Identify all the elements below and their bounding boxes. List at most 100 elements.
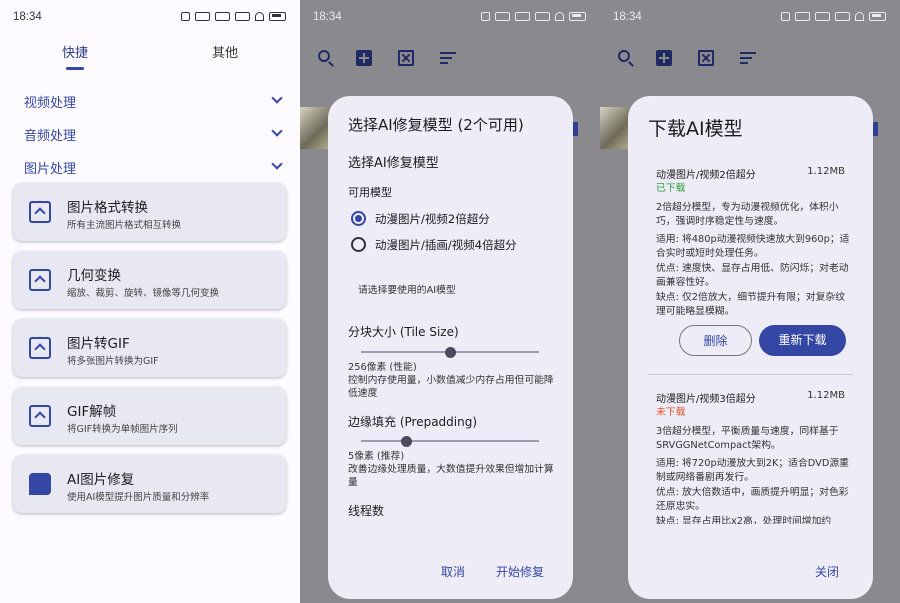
search-icon[interactable] (618, 50, 630, 62)
cancel-button[interactable]: 取消 (441, 563, 465, 580)
card-title: 几何变换 (67, 268, 121, 284)
card-title: 图片格式转换 (67, 200, 148, 216)
prepad-desc: 改善边缘处理质量，大数值提升效果但增加计算量 (348, 464, 554, 488)
slider-thumb[interactable] (445, 347, 456, 358)
status-time: 18:34 (613, 11, 642, 23)
option-label[interactable]: 动漫图片/视频2倍超分 (375, 211, 490, 227)
wifi-icon (555, 11, 564, 21)
model-download-dialog: 下载AI模型 动漫图片/视频2倍超分 1.12MB 已下载 2倍超分模型，专为动… (628, 96, 873, 599)
radio-option-2[interactable] (351, 237, 366, 252)
tab-indicator (66, 67, 84, 70)
chevron-down-icon (271, 158, 283, 170)
category-image[interactable]: 图片处理 (24, 158, 289, 177)
card-desc: 将GIF转换为单帧图片序列 (67, 424, 178, 435)
wifi-icon (855, 11, 864, 21)
status-bar: 18:34 (0, 0, 300, 34)
status-bar: 18:34 (300, 0, 600, 34)
radio-option-1[interactable] (351, 211, 366, 226)
image-icon (29, 337, 51, 359)
card-ai-image-repair[interactable]: AI图片修复 使用AI模型提升图片质量和分辨率 (13, 455, 286, 513)
image-thumbnail (300, 107, 330, 149)
image-icon (29, 405, 51, 427)
card-title: AI图片修复 (67, 472, 135, 488)
network-speed-icon (195, 11, 210, 21)
sort-icon[interactable] (740, 52, 756, 64)
option-label[interactable]: 动漫图片/插画/视频4倍超分 (375, 237, 517, 253)
wifi-icon (255, 11, 264, 21)
card-title: 图片转GIF (67, 336, 130, 352)
divider (648, 374, 853, 375)
model-use: 适用: 将720p动漫放大到2K；适合DVD源重制或网络番剧再发行。 (656, 458, 849, 483)
sort-icon[interactable] (440, 52, 456, 64)
category-audio[interactable]: 音频处理 (24, 125, 289, 144)
model-desc: 3倍超分模型，平衡质量与速度，同样基于SRVGGNetCompact架构。 (656, 426, 839, 451)
tile-slider[interactable] (361, 347, 539, 358)
model-cons: 缺点: 仅2倍放大，细节提升有限；对复杂纹理可能略显模糊。 (656, 292, 845, 317)
category-video[interactable]: 视频处理 (24, 92, 289, 111)
redownload-button[interactable]: 重新下载 (759, 325, 846, 356)
model-name: 动漫图片/视频2倍超分 (656, 170, 756, 181)
card-gif-frames[interactable]: GIF解帧 将GIF转换为单帧图片序列 (13, 387, 286, 445)
tab-quick[interactable]: 快捷 (25, 42, 125, 61)
model-desc: 2倍超分模型，专为动漫视频优化，体积小巧，强调时序稳定性与速度。 (656, 202, 839, 227)
slider-thumb[interactable] (400, 436, 412, 447)
hd-icon (815, 11, 830, 21)
start-repair-button[interactable]: 开始修复 (496, 563, 544, 580)
available-label: 可用模型 (348, 186, 392, 199)
model-pros: 优点: 速度快、显存占用低、防闪烁；对老动画兼容性好。 (656, 263, 849, 288)
battery-icon (569, 11, 586, 21)
app-bar (618, 50, 756, 66)
signal-icon (835, 11, 850, 21)
mute-icon (481, 11, 490, 21)
network-speed-icon (495, 11, 510, 21)
status-time: 18:34 (13, 11, 42, 23)
add-icon[interactable] (656, 50, 672, 66)
clear-icon[interactable] (398, 50, 414, 66)
model-select-dialog: 选择AI修复模型 (2个可用) 选择AI修复模型 可用模型 动漫图片/视频2倍超… (328, 96, 573, 599)
battery-icon (869, 11, 886, 21)
hint-text: 请选择要使用的AI模型 (358, 285, 456, 296)
model-status: 未下载 (656, 407, 686, 418)
signal-icon (235, 11, 250, 21)
app-bar (318, 50, 456, 66)
model-pros: 优点: 放大倍数适中，画质提升明显；对色彩还原忠实。 (656, 487, 849, 512)
prepad-label: 边缘填充 (Prepadding) (348, 415, 478, 429)
clear-icon[interactable] (698, 50, 714, 66)
threads-label: 线程数 (348, 504, 385, 518)
card-image-format-convert[interactable]: 图片格式转换 所有主流图片格式相互转换 (13, 183, 286, 241)
quick-tools-screen: 18:34 快捷 其他 视频处理 音频处理 图片处理 图片格式转换 所有主流图片… (0, 0, 300, 603)
category-label: 音频处理 (24, 129, 77, 144)
add-icon[interactable] (356, 50, 372, 66)
card-geometric-transform[interactable]: 几何变换 缩放、裁剪、旋转、镜像等几何变换 (13, 251, 286, 309)
tab-bar: 快捷 其他 (0, 42, 300, 74)
model-status: 已下载 (656, 183, 686, 194)
image-icon (29, 269, 51, 291)
chevron-down-icon (271, 92, 283, 104)
tile-desc: 控制内存使用量，小数值减少内存占用但可能降低速度 (348, 375, 554, 399)
battery-icon (269, 11, 286, 21)
model-name: 动漫图片/视频3倍超分 (656, 394, 756, 405)
status-icons (781, 9, 886, 23)
tile-label: 分块大小 (Tile Size) (348, 325, 459, 339)
close-button[interactable]: 关闭 (815, 563, 839, 580)
image-thumbnail (600, 107, 630, 149)
card-image-to-gif[interactable]: 图片转GIF 将多张图片转换为GIF (13, 319, 286, 377)
search-icon[interactable] (318, 50, 330, 62)
status-time: 18:34 (313, 11, 342, 23)
model-cons: 缺点: 显存占用比x2高，处理时间增加约 (656, 516, 832, 524)
prepad-slider[interactable] (361, 436, 539, 447)
ai-chat-icon (29, 473, 51, 495)
dialog-title: 选择AI修复模型 (2个可用) (348, 116, 524, 134)
tab-other[interactable]: 其他 (175, 42, 275, 61)
network-speed-icon (795, 11, 810, 21)
prepad-value: 5像素 (推荐) (348, 451, 405, 462)
delete-button[interactable]: 删除 (679, 325, 752, 356)
category-label: 视频处理 (24, 96, 77, 111)
card-desc: 使用AI模型提升图片质量和分辨率 (67, 492, 210, 503)
status-icons (181, 9, 286, 23)
card-desc: 将多张图片转换为GIF (67, 356, 159, 367)
status-bar: 18:34 (600, 0, 900, 34)
model-select-screen: 18:34 选择AI修复模型 (2个可用) 选择AI修复模型 可用模型 动漫图片… (300, 0, 600, 603)
model-size: 1.12MB (807, 390, 845, 401)
model-size: 1.12MB (807, 166, 845, 177)
